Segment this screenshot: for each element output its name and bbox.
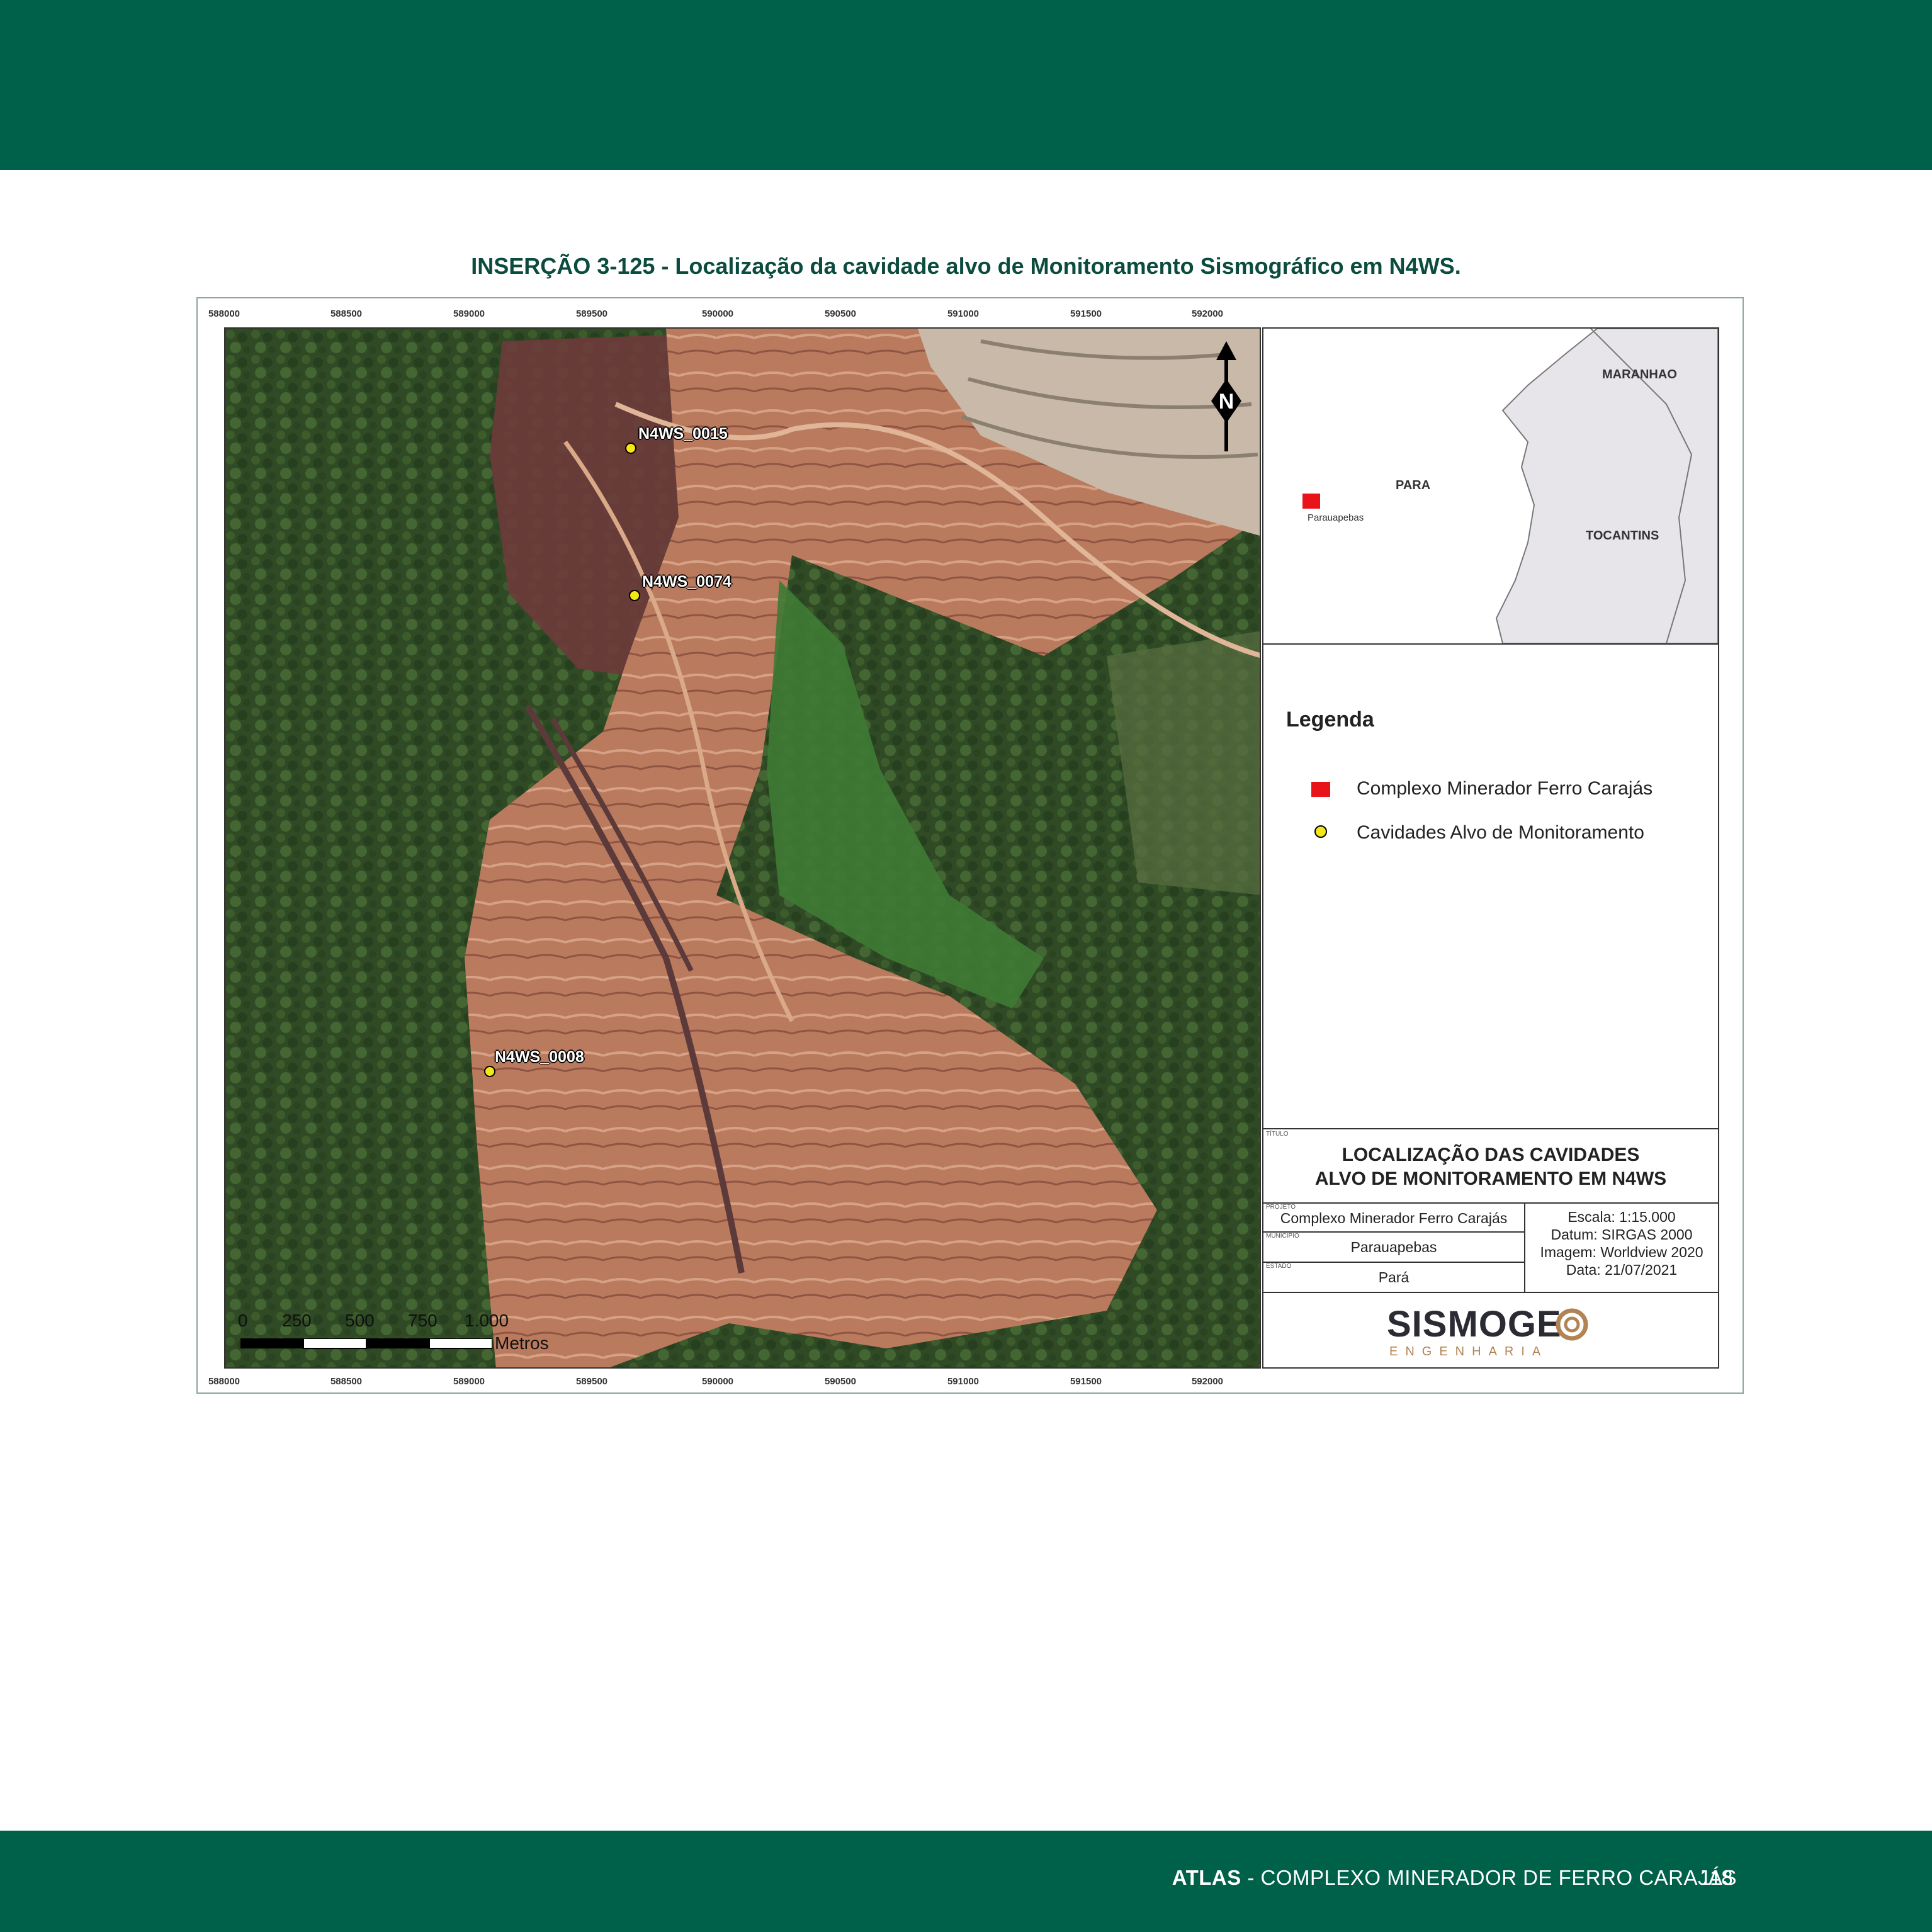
title-block: TÍTULO LOCALIZAÇÃO DAS CAVIDADES ALVO DE… [1263, 1129, 1718, 1367]
scale-bar-graphic [240, 1338, 492, 1349]
divider [1263, 1202, 1718, 1204]
legend-label: Complexo Minerador Ferro Carajás [1357, 778, 1653, 799]
logo-ring-icon [1556, 1308, 1588, 1341]
inset-state-label: PARA [1396, 478, 1431, 492]
red-square-icon [1311, 782, 1330, 797]
x-tick: 591500 [1070, 1376, 1102, 1387]
x-tick: 589000 [453, 1376, 485, 1387]
scale-tick: 0 [238, 1311, 248, 1330]
figure-title: INSERÇÃO 3-125 - Localização da cavidade… [471, 253, 1461, 279]
page-number: 118 [1700, 1866, 1733, 1889]
x-tick: 589500 [575, 308, 608, 319]
north-arrow-icon: N [1211, 341, 1241, 451]
map-title-line: ALVO DE MONITORAMENTO EM N4WS [1314, 1168, 1667, 1189]
x-tick: 592000 [1191, 308, 1224, 319]
footer-bold: ATLAS [1172, 1866, 1241, 1889]
footer-rest: - COMPLEXO MINERADOR DE FERRO CARAJÁS [1241, 1866, 1737, 1889]
legend-label: Cavidades Alvo de Monitoramento [1357, 822, 1644, 843]
company-logo: SISMOGE ENGENHARIA [1263, 1294, 1718, 1366]
x-tick: 588500 [330, 1376, 363, 1387]
point-label: N4WS_0074 [642, 573, 732, 590]
satellite-imagery [225, 329, 1260, 1367]
top-band [0, 0, 1932, 170]
datum-value: Datum: SIRGAS 2000 [1551, 1226, 1693, 1243]
scale-tick: 1.000 [465, 1311, 509, 1330]
x-tick: 588500 [330, 308, 363, 319]
projeto-value: Complexo Minerador Ferro Carajás [1280, 1210, 1508, 1226]
municipio-value: Parauapebas [1350, 1239, 1437, 1255]
escala-value: Escala: 1:15.000 [1568, 1209, 1676, 1225]
legend: Legenda Complexo Minerador Ferro Carajás… [1263, 645, 1718, 1129]
yellow-circle-icon [1314, 825, 1327, 838]
logo-text: SISMOGE [1387, 1304, 1562, 1345]
point-label: N4WS_0008 [495, 1048, 584, 1066]
logo-subtext: ENGENHARIA [1389, 1345, 1549, 1359]
map-title: LOCALIZAÇÃO DAS CAVIDADES ALVO DE MONITO… [1263, 1143, 1718, 1191]
scale-tick: 500 [345, 1311, 375, 1330]
titulo-caption: TÍTULO [1266, 1131, 1289, 1138]
estado-value: Pará [1378, 1269, 1409, 1285]
scale-tick: 250 [282, 1311, 312, 1330]
x-tick: 588000 [208, 1376, 240, 1387]
scale-tick: 750 [408, 1311, 438, 1330]
x-tick: 590500 [824, 1376, 857, 1387]
map-title-line: LOCALIZAÇÃO DAS CAVIDADES [1342, 1144, 1640, 1165]
scale-unit: Metros [495, 1333, 549, 1353]
inset-city-label: Parauapebas [1308, 512, 1364, 523]
x-tick: 589500 [575, 1376, 608, 1387]
divider [1263, 1292, 1718, 1293]
x-tick: 589000 [453, 308, 485, 319]
legend-title: Legenda [1286, 708, 1374, 732]
x-tick: 591500 [1070, 308, 1102, 319]
satellite-map[interactable]: N N4WS_0015 N4WS_0074 N4WS_0008 0 250 50… [224, 327, 1261, 1369]
north-label: N [1219, 390, 1234, 414]
point-label: N4WS_0015 [638, 425, 728, 443]
inset-state-label: TOCANTINS [1586, 529, 1659, 543]
inset-state-label: MARANHAO [1602, 368, 1677, 381]
x-tick: 590000 [701, 308, 734, 319]
point-marker-icon [625, 443, 636, 454]
data-value: Data: 21/07/2021 [1566, 1262, 1678, 1278]
footer-title: ATLAS - COMPLEXO MINERADOR DE FERRO CARA… [1172, 1866, 1737, 1890]
divider [1263, 1262, 1524, 1263]
imagem-value: Imagem: Worldview 2020 [1540, 1244, 1703, 1260]
divider [1263, 1231, 1524, 1233]
x-tick: 591000 [947, 1376, 980, 1387]
x-tick: 590500 [824, 308, 857, 319]
point-marker-icon [629, 590, 640, 601]
x-tick: 591000 [947, 308, 980, 319]
inset-map: MARANHAO PARA TOCANTINS Parauapebas [1263, 329, 1718, 645]
x-tick: 590000 [701, 1376, 734, 1387]
x-tick: 588000 [208, 308, 240, 319]
point-marker-icon [484, 1066, 495, 1077]
parauapebas-marker-icon [1302, 494, 1320, 509]
side-panel: MARANHAO PARA TOCANTINS Parauapebas Lege… [1262, 327, 1719, 1369]
x-tick: 592000 [1191, 1376, 1224, 1387]
